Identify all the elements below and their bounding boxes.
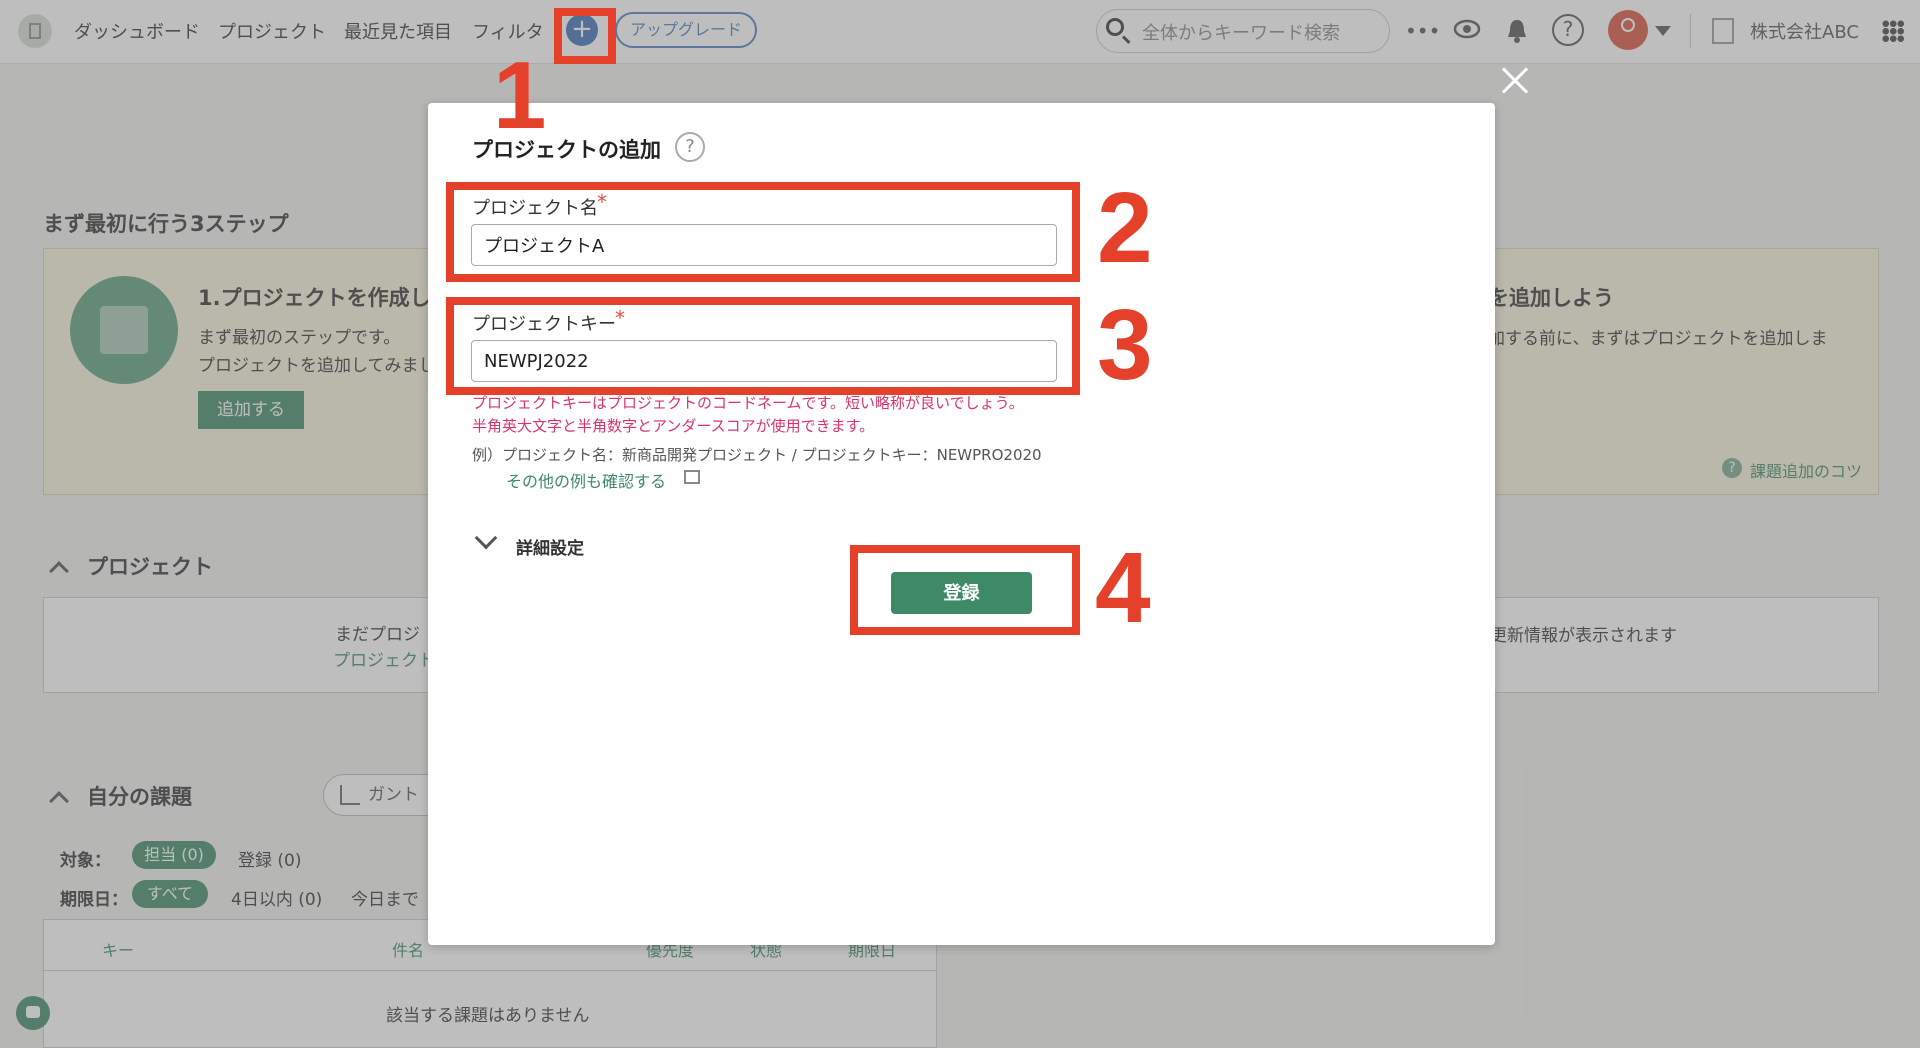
project-key-hint-2: 半角英大文字と半角数字とアンダースコアが使用できます。 [472, 417, 875, 435]
annotation-box-4 [850, 545, 1080, 635]
help-question-icon[interactable]: ? [675, 132, 705, 162]
annotation-number-2: 2 [1097, 172, 1153, 284]
annotation-box-2 [446, 182, 1080, 282]
annotation-number-4: 4 [1095, 532, 1151, 644]
advanced-settings-toggle[interactable]: 詳細設定 [516, 534, 584, 559]
annotation-number-1: 1 [493, 42, 547, 149]
annotation-box-1 [554, 8, 616, 64]
external-window-icon [684, 470, 700, 484]
project-key-hint-1: プロジェクトキーはプロジェクトのコードネームです。短い略称が良いでしょう。 [472, 394, 1024, 412]
annotation-box-3 [446, 297, 1080, 395]
annotation-number-3: 3 [1097, 289, 1153, 401]
close-icon[interactable] [1498, 64, 1532, 98]
more-examples-link[interactable]: その他の例も確認する [506, 468, 666, 492]
project-key-example: 例）プロジェクト名：新商品開発プロジェクト / プロジェクトキー：NEWPRO2… [472, 446, 1042, 464]
